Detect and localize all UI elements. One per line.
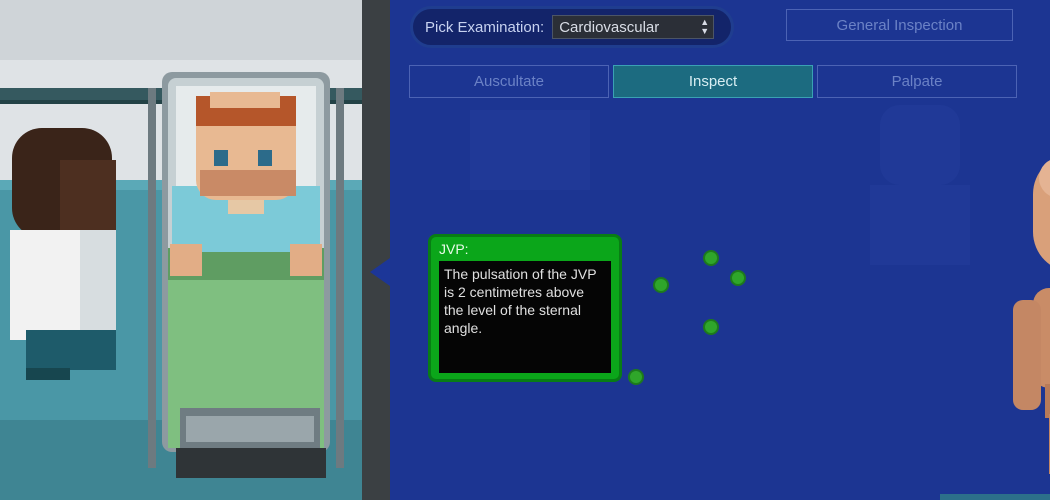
carotid-hotspot[interactable] bbox=[653, 277, 669, 293]
tooltip-title: JVP: bbox=[439, 241, 469, 257]
examination-selected-value: Cardiovascular bbox=[559, 18, 660, 36]
select-arrows-icon: ▲ ▼ bbox=[700, 17, 710, 36]
finding-tooltip: JVP: The pulsation of the JVP is 2 centi… bbox=[428, 234, 622, 382]
panel-divider bbox=[362, 0, 390, 500]
sternum-hotspot[interactable] bbox=[703, 319, 719, 335]
general-inspection-button[interactable]: General Inspection bbox=[786, 9, 1013, 41]
ward-scene bbox=[0, 0, 362, 500]
neck-hotspot[interactable] bbox=[730, 270, 746, 286]
palpate-button[interactable]: Palpate bbox=[817, 65, 1017, 98]
body-figure bbox=[1013, 160, 1050, 474]
inspect-button[interactable]: Inspect bbox=[613, 65, 813, 98]
bottom-tab[interactable] bbox=[940, 494, 1050, 500]
background-book-icon bbox=[470, 110, 590, 190]
jvp-hotspot[interactable] bbox=[703, 250, 719, 266]
pointer-arrow-icon bbox=[370, 258, 390, 286]
ward-scene-art bbox=[0, 0, 362, 500]
examination-label: Pick Examination: bbox=[425, 18, 545, 36]
radial-pulse-hotspot[interactable] bbox=[628, 369, 644, 385]
auscultate-button[interactable]: Auscultate bbox=[409, 65, 609, 98]
background-figure-icon bbox=[870, 105, 970, 265]
examination-picker: Pick Examination: Cardiovascular ▲ ▼ bbox=[410, 6, 734, 48]
tooltip-body: The pulsation of the JVP is 2 centimetre… bbox=[439, 261, 611, 373]
examination-select[interactable]: Cardiovascular ▲ ▼ bbox=[552, 15, 715, 39]
